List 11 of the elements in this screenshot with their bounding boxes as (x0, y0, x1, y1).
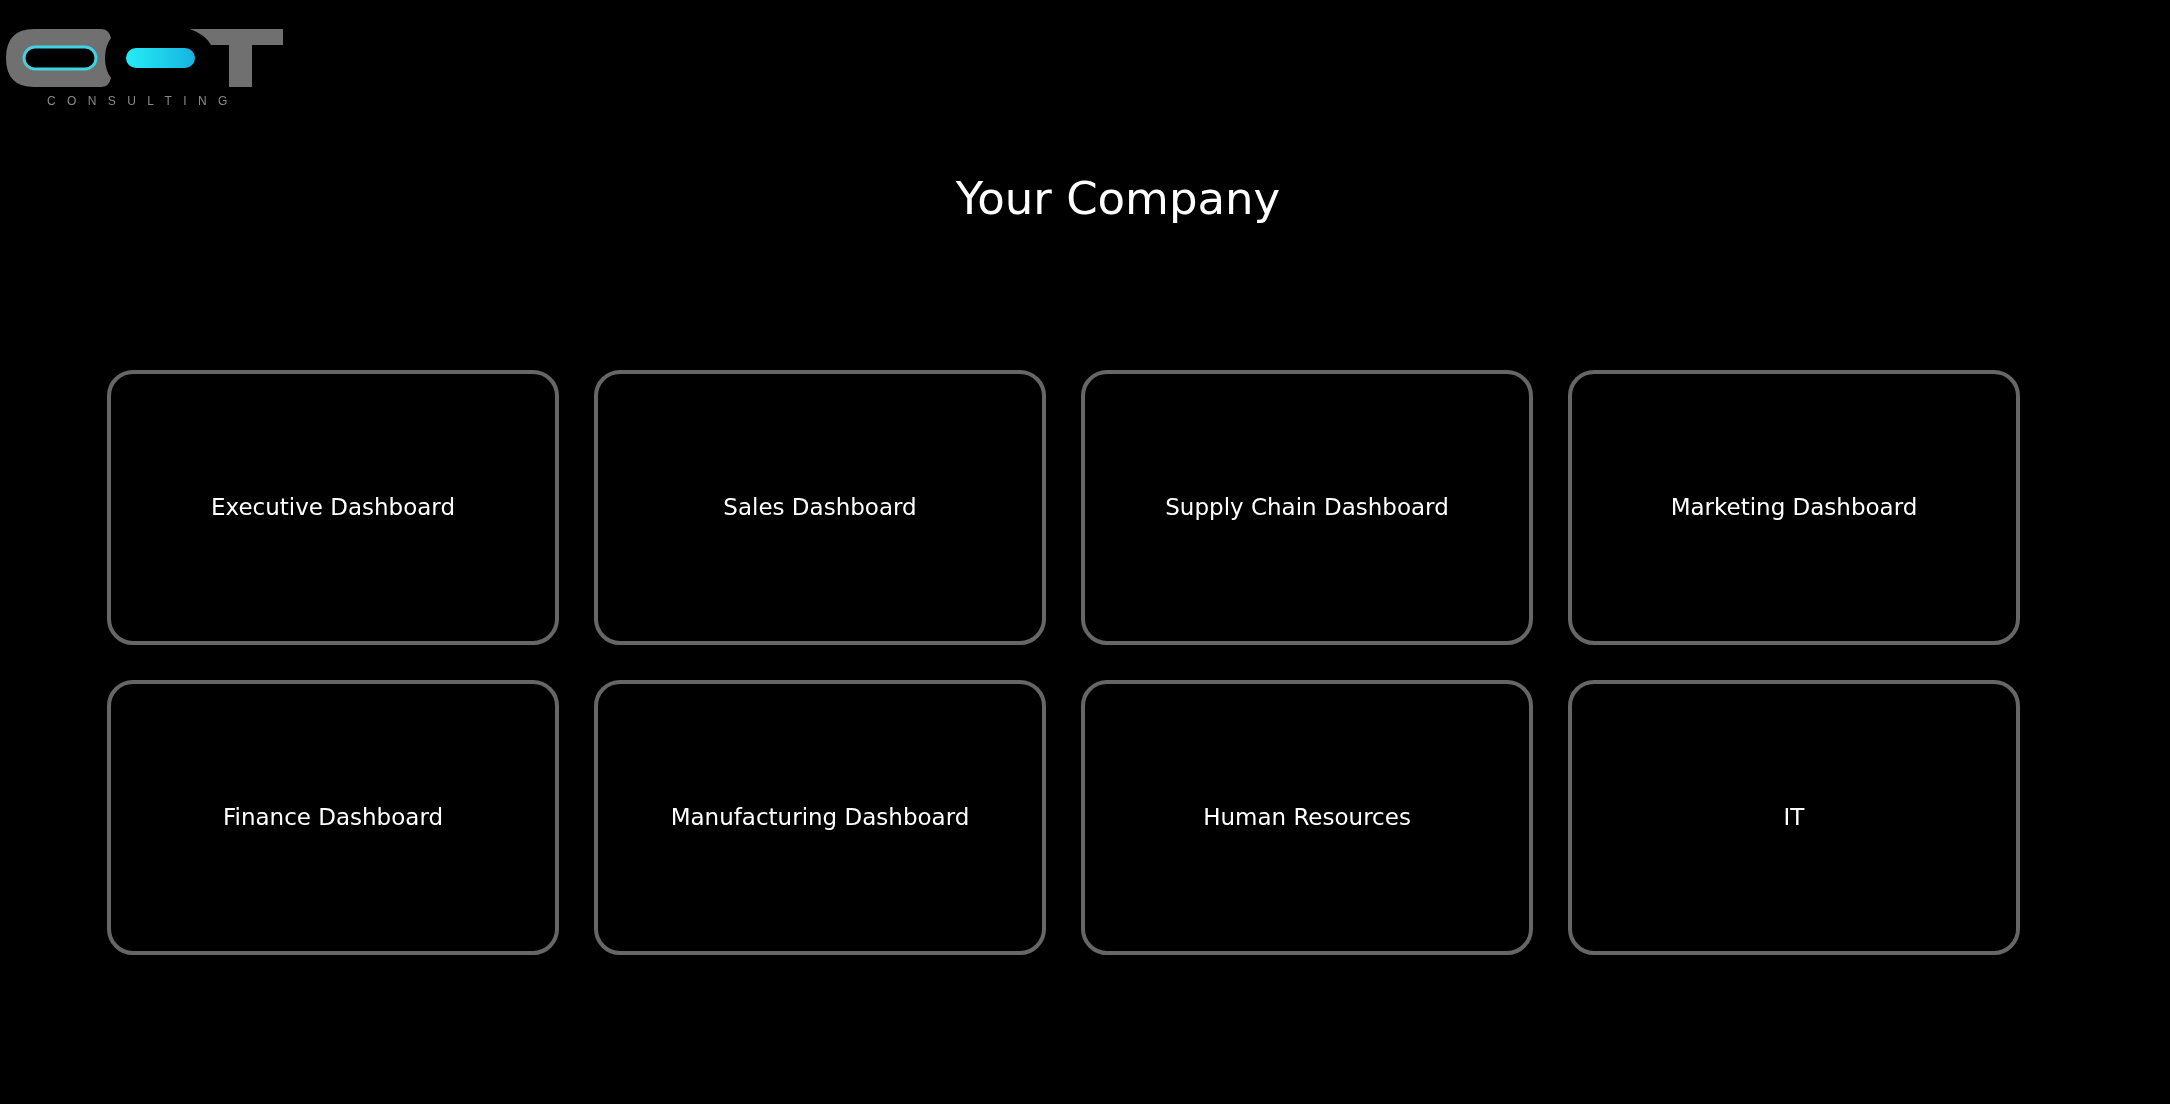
nav-tile[interactable]: Human Resources (1081, 680, 1533, 955)
nav-tile[interactable]: Supply Chain Dashboard (1081, 370, 1533, 645)
nav-tile[interactable]: Marketing Dashboard (1568, 370, 2020, 645)
nav-tile[interactable]: Sales Dashboard (594, 370, 1046, 645)
nav-tile[interactable]: Executive Dashboard (107, 370, 559, 645)
page-title: Your Company (954, 172, 1282, 226)
nav-tile[interactable]: IT (1568, 680, 2020, 955)
nav-tile[interactable]: Manufacturing Dashboard (594, 680, 1046, 955)
logo-mark-icon (5, 28, 285, 88)
nav-tile[interactable]: Finance Dashboard (107, 680, 559, 955)
logo-tagline: CONSULTING (47, 94, 239, 108)
